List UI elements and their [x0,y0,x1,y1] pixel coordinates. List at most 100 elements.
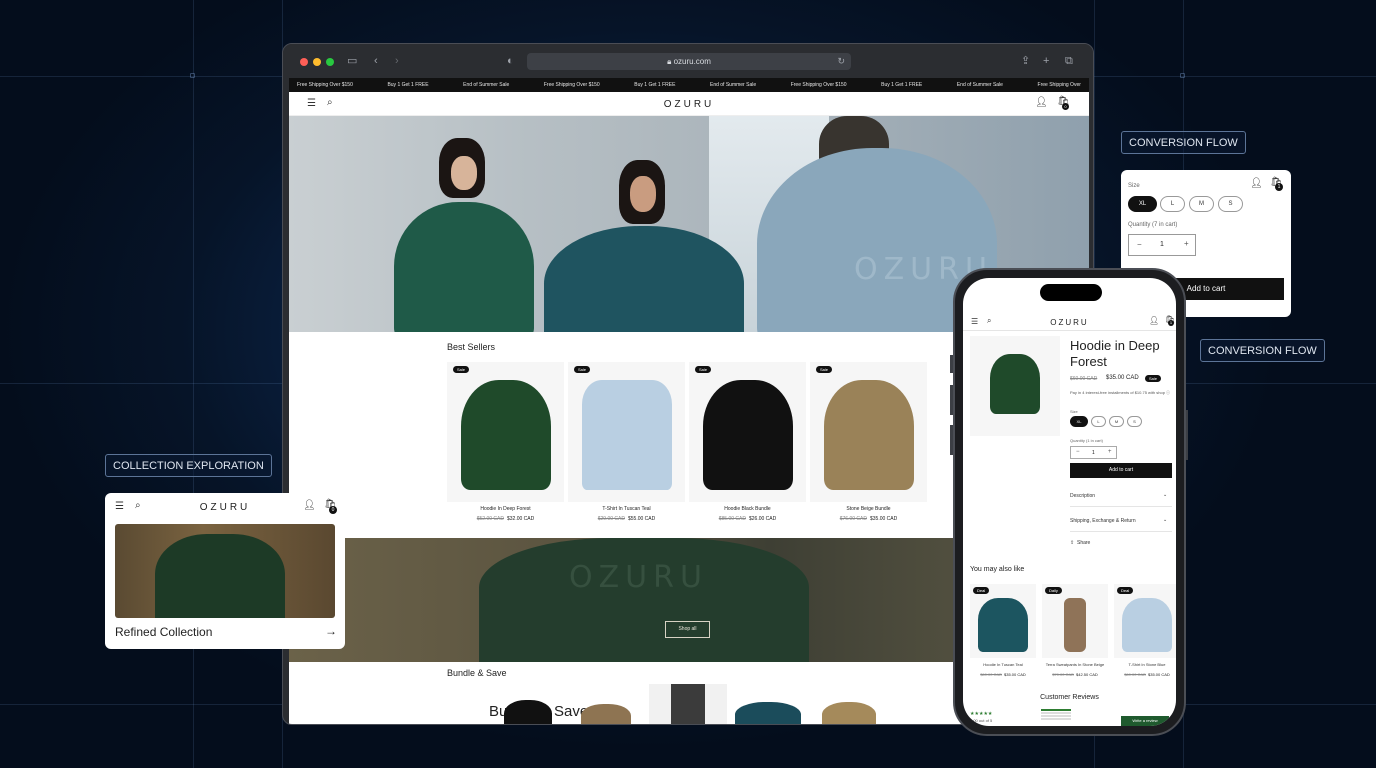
also-like-title: You may also like [970,566,1025,573]
quantity-label: Quantity (1 in cart) [1070,438,1103,443]
product-card[interactable]: Sale [689,362,806,502]
quantity-stepper[interactable]: − 1 + [1070,446,1117,459]
sale-price: $26.00 CAD [749,516,777,522]
sale-badge: Sale [816,366,833,373]
chevron-down-icon[interactable]: ⌄ [1163,492,1167,498]
account-icon[interactable]: 👤︎ [1035,98,1048,108]
account-icon[interactable]: 👤︎ [1149,316,1159,326]
rating-text: 5.00 out of 5 [970,718,993,723]
product-image[interactable] [978,598,1028,652]
share-icon[interactable]: ⇪ [1021,55,1030,67]
best-sellers-title: Best Sellers [447,342,496,352]
browser-toolbar: ▭ ‹ › ◐ 🔒︎ ozuru.com ↻ ⇪ + ⧉ [283,44,1093,78]
new-tab-icon[interactable]: + [1043,55,1049,67]
product-image[interactable] [582,380,672,490]
share-link[interactable]: Share [1077,540,1090,546]
quantity-stepper[interactable]: − 1 + [1128,234,1196,256]
rating-histogram [1041,709,1091,726]
share-icon[interactable]: ⇪ [1070,540,1074,546]
related-product-card[interactable]: Deal [970,584,1036,658]
related-product-name[interactable]: T-Shirt In Stone Blue [1114,662,1176,667]
conversion-flow-label-secondary: CONVERSION FLOW [1200,339,1325,362]
product-image[interactable] [824,380,914,490]
sale-price: $35.00 CAD [1004,672,1026,677]
product-price: $29.00 CAD $55.00 CAD [568,516,685,522]
site-logo[interactable]: OZURU [289,99,1089,110]
ticker-item: End of Summer Sale [956,82,1003,88]
chevron-down-icon[interactable]: ⌄ [1163,517,1167,523]
reviews-title: Customer Reviews [1040,694,1099,701]
product-card[interactable]: Sale [447,362,564,502]
quantity-value: 1 [1092,450,1095,456]
sale-badge: Sale [453,366,470,373]
person-face [451,156,477,190]
product-name[interactable]: Hoodie In Deep Forest [447,506,564,512]
minimize-window-button[interactable] [313,58,321,66]
person-hoodie-green [394,202,534,332]
close-window-button[interactable] [300,58,308,66]
site-logo[interactable]: OZURU [963,318,1176,327]
person-hoodie-teal [544,226,744,332]
product-card[interactable]: Sale [810,362,927,502]
account-icon[interactable]: 👤︎ [303,501,316,511]
product-name[interactable]: Stone Beige Bundle [810,506,927,512]
quantity-decrease-button[interactable]: − [1137,240,1142,249]
tab-overview-icon[interactable]: ⧉ [1065,55,1073,67]
header-divider [963,330,1176,331]
ticker-item: Free Shipping Over [1037,82,1081,88]
reload-icon[interactable]: ↻ [837,53,845,70]
size-option-m[interactable]: M [1109,416,1124,427]
write-review-button[interactable]: Write a review [1121,716,1169,726]
product-image[interactable] [970,336,1060,436]
related-product-card[interactable]: Daily [1042,584,1108,658]
size-option-m[interactable]: M [1189,196,1214,212]
description-accordion[interactable]: Description [1070,493,1095,499]
quantity-decrease-button[interactable]: − [1076,449,1080,455]
quantity-increase-button[interactable]: + [1108,449,1112,455]
related-product-name[interactable]: Terra Sweatpants In Stone Beige [1042,662,1108,667]
arrow-right-icon[interactable]: → [325,624,337,638]
collection-card: ☰ ⌕ OZURU 👤︎ 🛍︎ 0 Refined Collection → [105,493,345,649]
ticker-item: Buy 1 Get 1 FREE [881,82,923,88]
deal-badge: Deal [1117,587,1134,594]
maximize-window-button[interactable] [326,58,334,66]
product-card[interactable]: Sale [568,362,685,502]
collection-image[interactable] [115,524,335,618]
forward-icon[interactable]: › [395,55,399,67]
ticker-item: Free Shipping Over $150 [543,82,600,88]
grid-marker [1180,73,1185,78]
related-product-name[interactable]: Hoodie In Tuscan Teal [970,662,1036,667]
sidebar-toggle-icon[interactable]: ▭ [347,55,357,67]
old-price: $60.00 CAD [1124,672,1146,677]
old-price: $60.00 CAD [1070,376,1098,382]
product-name[interactable]: Hoodie Black Bundle [689,506,806,512]
size-option-l[interactable]: L [1160,196,1185,212]
site-header: ☰ ⌕ OZURU 👤︎ 🛍︎ 0 [289,92,1089,116]
related-product-card[interactable]: Deal [1114,584,1176,658]
product-image[interactable] [461,380,551,490]
size-option-l[interactable]: L [1091,416,1106,427]
address-bar[interactable]: 🔒︎ ozuru.com ↻ [527,53,851,70]
back-icon[interactable]: ‹ [374,55,378,67]
ticker-item: Free Shipping Over $150 [790,82,847,88]
size-option-xl[interactable]: XL [1128,196,1157,212]
person-face [630,176,656,212]
product-image[interactable] [703,380,793,490]
phone-frame: ☰ ⌕ OZURU 👤︎ 🛍︎ 1 Hoodie in Deep Forest … [953,268,1186,736]
bundle-item-teal [735,702,801,724]
quantity-increase-button[interactable]: + [1184,239,1189,248]
banner-hoodie [479,538,809,662]
shipping-accordion[interactable]: Shipping, Exchange & Return [1070,518,1136,524]
size-option-xl[interactable]: XL [1070,416,1088,427]
product-name[interactable]: T-Shirt In Tuscan Teal [568,506,685,512]
size-option-s[interactable]: S [1218,196,1243,212]
collection-title[interactable]: Refined Collection [115,625,212,639]
shop-all-button[interactable]: Shop all [665,621,710,638]
divider [1070,506,1172,507]
account-icon[interactable]: 👤︎ [1250,179,1263,189]
size-option-s[interactable]: S [1127,416,1142,427]
product-image[interactable] [1064,598,1086,652]
add-to-cart-button[interactable]: Add to cart [1070,463,1172,478]
product-image[interactable] [1122,598,1172,652]
privacy-shield-icon[interactable]: ◐ [507,55,514,67]
